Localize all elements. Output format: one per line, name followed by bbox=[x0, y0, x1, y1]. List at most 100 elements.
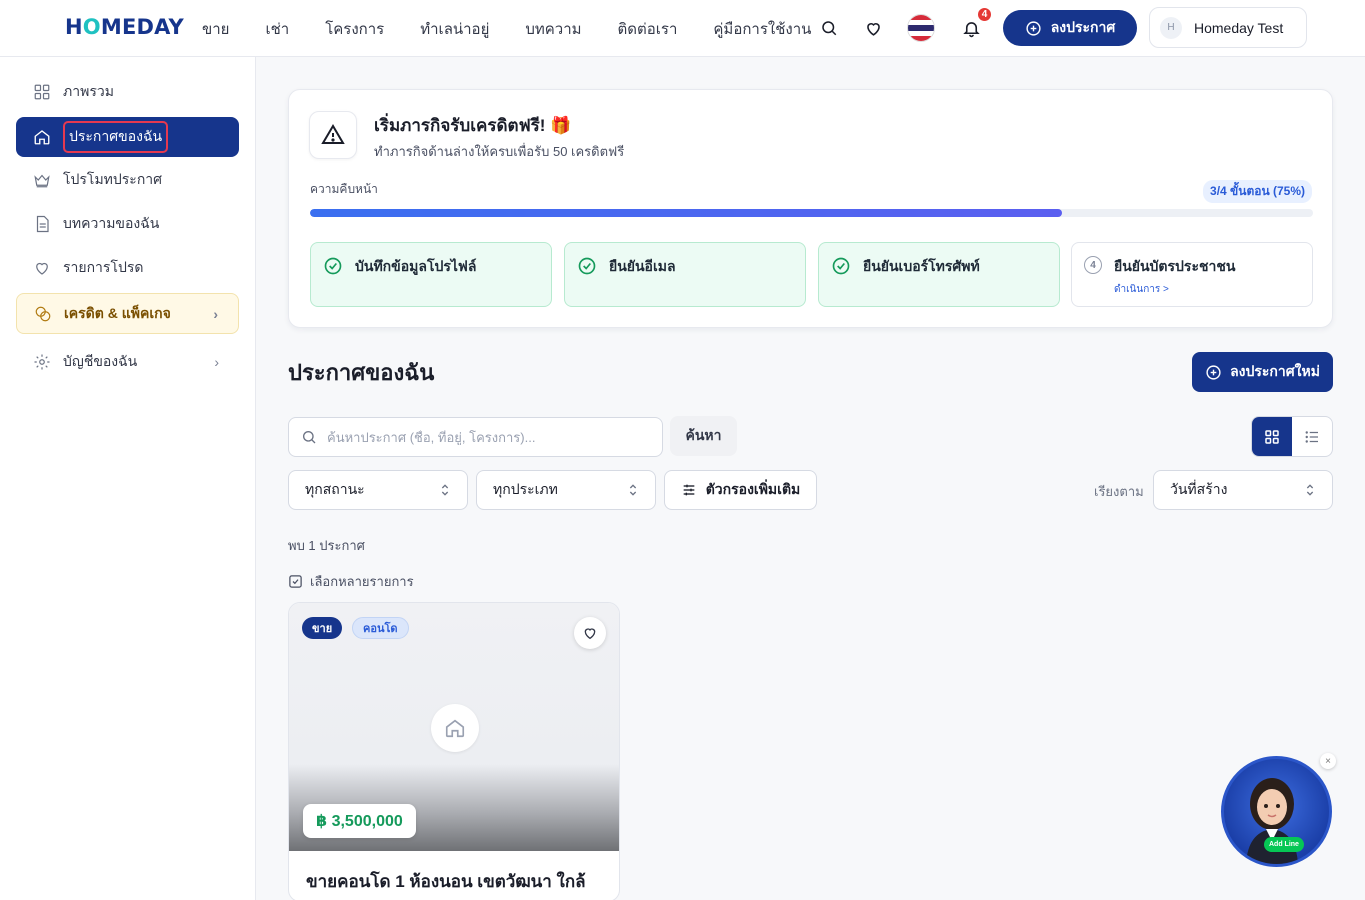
warning-icon bbox=[309, 111, 357, 159]
coins-icon bbox=[35, 306, 51, 321]
nav-item-contact[interactable]: ติดต่อเรา bbox=[618, 17, 678, 41]
gear-icon bbox=[34, 354, 50, 370]
main-nav: ขาย เช่า โครงการ ทำเลน่าอยู่ บทความ ติดต… bbox=[202, 17, 811, 41]
plus-circle-icon bbox=[1206, 364, 1221, 380]
sidebar-item-label: บทความของฉัน bbox=[63, 215, 160, 231]
sidebar: ภาพรวม ประกาศของฉัน โปรโมทประกาศ บทความข… bbox=[0, 57, 256, 900]
sidebar-item-label: โปรโมทประกาศ bbox=[63, 171, 163, 187]
post-listing-button[interactable]: ลงประกาศ bbox=[1003, 10, 1137, 46]
close-icon[interactable]: × bbox=[1320, 753, 1336, 769]
progress-label: ความคืบหน้า bbox=[310, 182, 378, 196]
sidebar-item-overview[interactable]: ภาพรวม bbox=[16, 72, 239, 112]
list-view-button[interactable] bbox=[1292, 417, 1332, 456]
grid-view-button[interactable] bbox=[1252, 417, 1292, 456]
sidebar-item-label: ภาพรวม bbox=[63, 83, 114, 99]
sidebar-item-favorites[interactable]: รายการโปรด bbox=[16, 248, 239, 288]
step-label: บันทึกข้อมูลโปรไฟล์ bbox=[355, 258, 477, 274]
results-count: พบ 1 ประกาศ bbox=[288, 538, 365, 553]
step-profile: บันทึกข้อมูลโปรไฟล์ bbox=[310, 242, 552, 307]
homeday-logo[interactable]: HOMEDAY bbox=[65, 15, 184, 39]
step-action-link[interactable]: ดำเนินการ > bbox=[1114, 282, 1235, 297]
multi-select-toggle[interactable]: เลือกหลายรายการ bbox=[288, 571, 414, 592]
listing-title[interactable]: ขายคอนโด 1 ห้องนอน เขตวัฒนา ใกล้ bbox=[306, 870, 606, 894]
sidebar-item-account[interactable]: บัญชีของฉัน › bbox=[16, 342, 239, 382]
onboarding-card: เริ่มภารกิจรับเครดิตฟรี! 🎁 ทำภารกิจด้านล… bbox=[288, 89, 1333, 328]
search-field[interactable] bbox=[288, 417, 663, 457]
top-navigation-bar: HOMEDAY ขาย เช่า โครงการ ทำเลน่าอยู่ บทค… bbox=[0, 0, 1365, 57]
chevron-right-icon: › bbox=[214, 354, 219, 370]
view-mode-toggle bbox=[1251, 416, 1333, 457]
grid-icon bbox=[1265, 429, 1279, 444]
favorites-heart-icon[interactable] bbox=[862, 17, 884, 39]
step-label: ยืนยันอีเมล bbox=[609, 258, 676, 274]
chevron-updown-icon bbox=[629, 484, 637, 496]
nav-item-locations[interactable]: ทำเลน่าอยู่ bbox=[420, 17, 489, 41]
favorite-heart-icon[interactable] bbox=[574, 617, 606, 649]
thai-flag-language-icon[interactable] bbox=[907, 14, 935, 42]
check-circle-icon bbox=[832, 257, 850, 275]
search-button[interactable]: ค้นหา bbox=[670, 416, 737, 456]
onboarding-subtitle: ทำภารกิจด้านล่างให้ครบเพื่อรับ 50 เครดิต… bbox=[374, 144, 625, 159]
check-circle-icon bbox=[578, 257, 596, 275]
step-label: ยืนยันเบอร์โทรศัพท์ bbox=[863, 258, 980, 274]
nav-item-articles[interactable]: บทความ bbox=[525, 17, 581, 41]
plus-circle-icon bbox=[1026, 20, 1041, 36]
listing-price: ฿ 3,500,000 bbox=[303, 804, 416, 838]
chevron-updown-icon bbox=[441, 484, 449, 496]
checkbox-icon bbox=[289, 575, 302, 588]
more-filters-button[interactable]: ตัวกรองเพิ่มเติม bbox=[664, 470, 817, 510]
crown-icon bbox=[34, 174, 50, 188]
heart-icon bbox=[36, 262, 48, 275]
grid-icon bbox=[34, 84, 50, 100]
sidebar-item-promote[interactable]: โปรโมทประกาศ bbox=[16, 160, 239, 200]
new-listing-button[interactable]: ลงประกาศใหม่ bbox=[1192, 352, 1333, 392]
sort-label: เรียงตาม bbox=[1094, 484, 1144, 499]
sort-select[interactable]: วันที่สร้าง bbox=[1153, 470, 1333, 510]
new-listing-label: ลงประกาศใหม่ bbox=[1230, 363, 1320, 379]
step-label: ยืนยันบัตรประชาชน bbox=[1114, 258, 1236, 274]
notification-badge: 4 bbox=[976, 6, 993, 23]
chat-assistant-button[interactable]: Add Line bbox=[1221, 756, 1332, 867]
progress-bar-fill bbox=[310, 209, 1063, 217]
sidebar-item-credits[interactable]: เครดิต & แพ็คเกจ › bbox=[16, 293, 239, 334]
listing-card[interactable]: ขาย คอนโด ฿ 3,500,000 ขายคอนโด 1 ห้องนอน… bbox=[288, 602, 620, 900]
user-menu[interactable]: H Homeday Test bbox=[1149, 7, 1307, 48]
sidebar-item-label: บัญชีของฉัน bbox=[63, 353, 138, 369]
nav-item-rent[interactable]: เช่า bbox=[265, 17, 289, 41]
nav-item-sell[interactable]: ขาย bbox=[202, 17, 229, 41]
multi-select-label: เลือกหลายรายการ bbox=[310, 574, 414, 589]
list-icon bbox=[1305, 430, 1318, 443]
sidebar-item-my-articles[interactable]: บทความของฉัน bbox=[16, 204, 239, 244]
post-listing-label: ลงประกาศ bbox=[1050, 19, 1116, 35]
sort-value: วันที่สร้าง bbox=[1170, 481, 1228, 497]
document-icon bbox=[36, 215, 49, 233]
search-icon bbox=[303, 431, 316, 444]
check-circle-icon bbox=[324, 257, 342, 275]
nav-item-projects[interactable]: โครงการ bbox=[325, 17, 384, 41]
avatar: H bbox=[1160, 16, 1182, 39]
progress-badge: 3/4 ขั้นตอน (75%) bbox=[1203, 180, 1312, 203]
sidebar-item-label: ประกาศของฉัน bbox=[63, 121, 169, 153]
sliders-icon bbox=[683, 484, 695, 496]
sidebar-item-my-listings[interactable]: ประกาศของฉัน bbox=[16, 117, 239, 157]
sale-tag: ขาย bbox=[302, 617, 343, 639]
search-icon[interactable] bbox=[818, 17, 840, 39]
step-id-card: 4 ยืนยันบัตรประชาชน ดำเนินการ > bbox=[1071, 242, 1313, 307]
type-filter-select[interactable]: ทุกประเภท bbox=[476, 470, 656, 510]
search-input[interactable] bbox=[327, 429, 627, 445]
step-number: 4 bbox=[1084, 256, 1102, 274]
status-filter-value: ทุกสถานะ bbox=[305, 481, 365, 497]
status-filter-select[interactable]: ทุกสถานะ bbox=[288, 470, 468, 510]
property-type-tag: คอนโด bbox=[352, 617, 409, 639]
user-name: Homeday Test bbox=[1194, 19, 1284, 36]
type-filter-value: ทุกประเภท bbox=[493, 481, 558, 497]
sidebar-item-label: เครดิต & แพ็คเกจ bbox=[64, 304, 171, 321]
home-icon bbox=[34, 130, 50, 145]
nav-item-guide[interactable]: คู่มือการใช้งาน bbox=[713, 17, 811, 41]
page-title: ประกาศของฉัน bbox=[288, 360, 435, 385]
add-line-badge[interactable]: Add Line bbox=[1264, 837, 1304, 852]
chevron-updown-icon bbox=[1306, 484, 1314, 496]
sidebar-item-label: รายการโปรด bbox=[63, 259, 144, 275]
more-filters-label: ตัวกรองเพิ่มเติม bbox=[705, 481, 801, 497]
step-email: ยืนยันอีเมล bbox=[564, 242, 806, 307]
